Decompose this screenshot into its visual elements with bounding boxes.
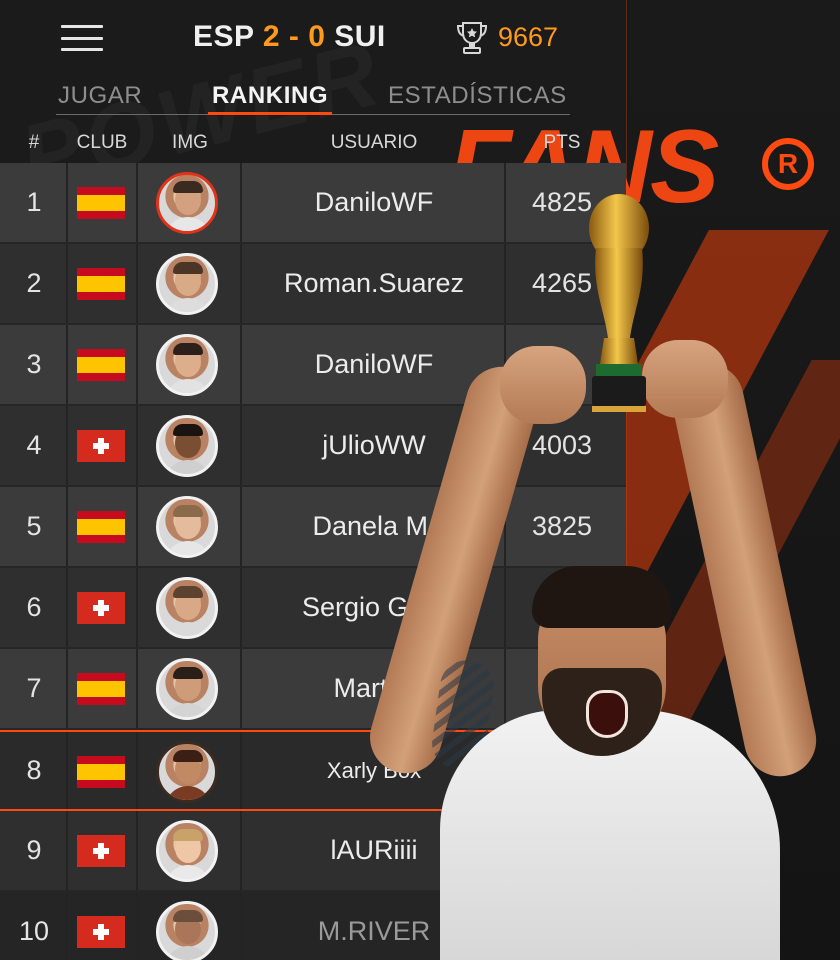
avatar[interactable] bbox=[156, 658, 218, 720]
menu-line bbox=[61, 25, 103, 28]
avatar-shoulders bbox=[165, 217, 211, 231]
avatar-hair bbox=[173, 586, 203, 598]
column-divider bbox=[136, 163, 138, 242]
avatar-hair bbox=[173, 505, 203, 517]
hero-hair bbox=[532, 566, 672, 628]
top-bar: ESP 2 - 0 SUI 9667 bbox=[0, 0, 626, 78]
rank-number: 5 bbox=[26, 511, 42, 541]
column-divider bbox=[136, 568, 138, 647]
column-header-pts[interactable]: PTS bbox=[506, 132, 618, 154]
spain-flag-icon[interactable] bbox=[77, 673, 125, 705]
registered-mark: R bbox=[762, 138, 814, 190]
avatar[interactable] bbox=[156, 253, 218, 315]
tab-estadisticas[interactable]: ESTADÍSTICAS bbox=[388, 82, 567, 110]
avatar[interactable] bbox=[156, 577, 218, 639]
avatar-shoulders bbox=[165, 622, 211, 636]
avatar-shoulders bbox=[165, 541, 211, 555]
column-divider bbox=[136, 811, 138, 890]
match-score: ESP 2 - 0 SUI bbox=[193, 20, 386, 58]
swiss-cross bbox=[91, 436, 111, 456]
rank-number: 4 bbox=[26, 430, 42, 460]
avatar-shoulders bbox=[165, 298, 211, 312]
avatar-hair bbox=[173, 343, 203, 355]
column-divider bbox=[136, 732, 138, 809]
tab-jugar[interactable]: JUGAR bbox=[58, 82, 142, 110]
away-goals: 0 bbox=[308, 20, 326, 53]
rank-number: 7 bbox=[26, 673, 42, 703]
column-header-img[interactable]: IMG bbox=[138, 132, 242, 154]
avatar-shoulders bbox=[165, 865, 211, 879]
spain-flag-icon[interactable] bbox=[77, 187, 125, 219]
avatar-hair bbox=[173, 424, 203, 436]
swiss-cross bbox=[91, 598, 111, 618]
avatar-hair bbox=[173, 910, 203, 922]
switzerland-flag-icon[interactable] bbox=[77, 430, 125, 462]
switzerland-flag-icon[interactable] bbox=[77, 592, 125, 624]
menu-line bbox=[61, 36, 103, 40]
score-separator: - bbox=[288, 20, 300, 53]
avatar-shoulders bbox=[165, 946, 211, 960]
swiss-cross bbox=[91, 841, 111, 861]
column-divider bbox=[136, 244, 138, 323]
avatar[interactable] bbox=[156, 172, 218, 234]
avatar[interactable] bbox=[156, 820, 218, 882]
rank-number: 2 bbox=[26, 268, 42, 298]
rank-number: 10 bbox=[18, 916, 50, 946]
hamburger-menu-icon[interactable] bbox=[61, 25, 103, 51]
avatar-hair bbox=[173, 262, 203, 274]
column-divider bbox=[136, 406, 138, 485]
column-divider bbox=[136, 325, 138, 404]
trophy-icon[interactable] bbox=[453, 19, 491, 57]
avatar-shoulders bbox=[165, 460, 211, 474]
column-divider bbox=[136, 649, 138, 728]
avatar[interactable] bbox=[156, 334, 218, 396]
menu-line bbox=[61, 48, 103, 51]
avatar[interactable] bbox=[156, 415, 218, 477]
away-team: SUI bbox=[334, 20, 386, 53]
column-divider bbox=[136, 487, 138, 566]
hero-mouth bbox=[586, 690, 628, 738]
avatar[interactable] bbox=[156, 741, 218, 803]
avatar[interactable] bbox=[156, 496, 218, 558]
user-points: 9667 bbox=[498, 22, 559, 52]
switzerland-flag-icon[interactable] bbox=[77, 835, 125, 867]
avatar-hair bbox=[173, 667, 203, 679]
column-divider bbox=[136, 892, 138, 960]
column-header-club[interactable]: CLUB bbox=[68, 132, 136, 154]
world-cup-trophy-icon bbox=[589, 194, 649, 412]
rank-number: 9 bbox=[26, 835, 42, 865]
avatar[interactable] bbox=[156, 901, 218, 960]
spain-flag-icon[interactable] bbox=[77, 756, 125, 788]
avatar-hair bbox=[173, 181, 203, 193]
swiss-cross bbox=[91, 922, 111, 942]
rank-number: 8 bbox=[26, 755, 42, 785]
avatar-hair bbox=[173, 829, 203, 841]
spain-flag-icon[interactable] bbox=[77, 268, 125, 300]
spain-flag-icon[interactable] bbox=[77, 349, 125, 381]
avatar-shoulders bbox=[165, 703, 211, 717]
active-tab-indicator bbox=[208, 112, 332, 115]
spain-flag-icon[interactable] bbox=[77, 511, 125, 543]
rank-number: 6 bbox=[26, 592, 42, 622]
rank-number: 1 bbox=[26, 187, 42, 217]
home-team: ESP bbox=[193, 20, 254, 53]
avatar-shoulders bbox=[165, 786, 211, 800]
switzerland-flag-icon[interactable] bbox=[77, 916, 125, 948]
avatar-shoulders bbox=[165, 379, 211, 393]
home-goals: 2 bbox=[262, 20, 281, 53]
tab-bar: JUGAR RANKING ESTADÍSTICAS bbox=[56, 82, 570, 118]
avatar-hair bbox=[173, 750, 203, 762]
rank-number: 3 bbox=[26, 349, 42, 379]
column-header-user[interactable]: USUARIO bbox=[242, 132, 506, 154]
tab-ranking[interactable]: RANKING bbox=[212, 82, 328, 110]
column-header-rank[interactable]: # bbox=[0, 132, 68, 154]
